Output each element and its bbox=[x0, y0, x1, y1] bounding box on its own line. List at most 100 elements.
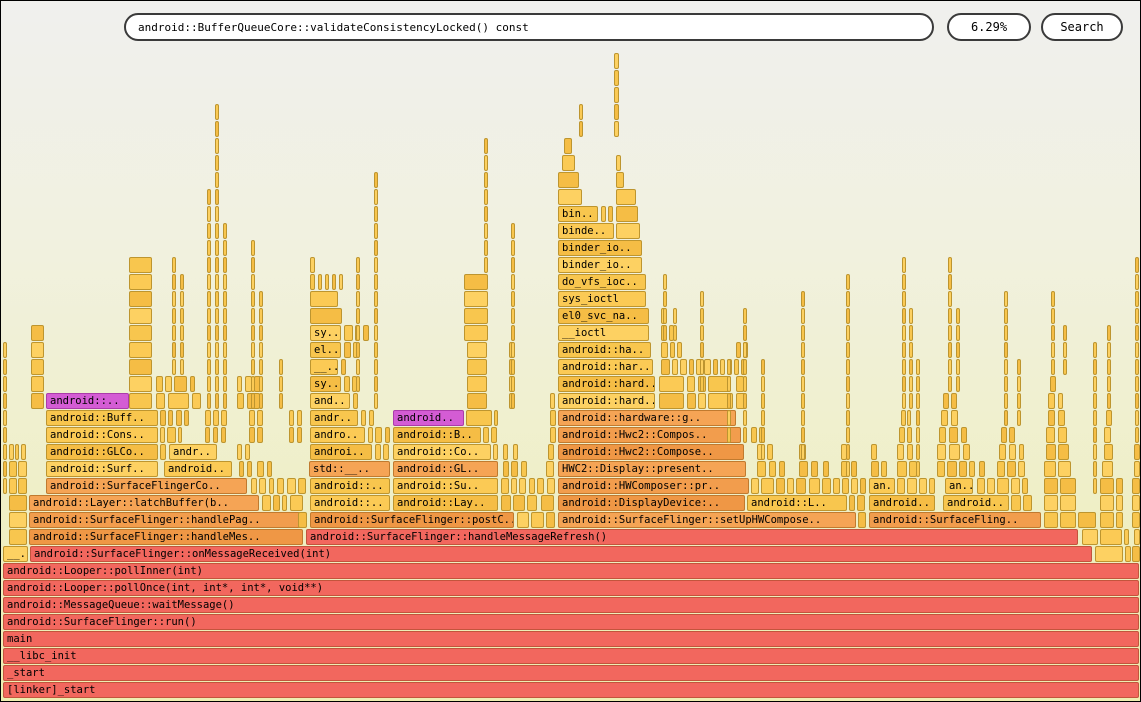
flame-frame[interactable] bbox=[616, 155, 621, 171]
flame-frame[interactable] bbox=[215, 274, 219, 290]
flame-frame[interactable] bbox=[546, 461, 554, 477]
flame-frame[interactable] bbox=[172, 342, 176, 358]
flame-frame[interactable] bbox=[374, 393, 378, 409]
flame-frame[interactable] bbox=[9, 461, 17, 477]
flame-frame[interactable] bbox=[251, 325, 255, 341]
flame-frame[interactable] bbox=[1022, 478, 1028, 494]
flame-frame[interactable] bbox=[1135, 257, 1139, 273]
flame-frame[interactable] bbox=[156, 376, 163, 392]
flame-frame[interactable] bbox=[129, 325, 152, 341]
flame-frame[interactable] bbox=[1135, 342, 1139, 358]
flame-frame[interactable] bbox=[801, 308, 805, 324]
flame-frame[interactable] bbox=[1004, 308, 1008, 324]
flame-frame[interactable] bbox=[761, 478, 774, 494]
flame-frame[interactable]: android::SurfaceFlinger::handlePag.. bbox=[29, 512, 303, 528]
flame-frame[interactable] bbox=[846, 410, 850, 426]
flame-frame[interactable] bbox=[251, 274, 255, 290]
flame-frame[interactable] bbox=[287, 478, 296, 494]
flame-frame[interactable] bbox=[909, 325, 913, 341]
flame-frame[interactable] bbox=[1058, 410, 1065, 426]
flame-frame[interactable] bbox=[1125, 546, 1131, 562]
flame-frame[interactable] bbox=[3, 461, 7, 477]
flame-frame[interactable] bbox=[761, 444, 765, 460]
flame-frame[interactable] bbox=[31, 393, 44, 409]
flame-frame[interactable] bbox=[160, 410, 166, 426]
flame-frame[interactable] bbox=[727, 410, 731, 426]
flame-frame[interactable]: android::Hwc2::Compos.. bbox=[558, 427, 741, 443]
flame-frame[interactable] bbox=[1058, 393, 1063, 409]
flame-frame[interactable]: android::SurfaceFlinger::postC.. bbox=[310, 512, 514, 528]
flame-frame[interactable] bbox=[257, 410, 263, 426]
flame-frame[interactable] bbox=[941, 410, 948, 426]
flame-frame[interactable] bbox=[269, 478, 274, 494]
flame-frame[interactable] bbox=[464, 325, 488, 341]
flame-frame[interactable] bbox=[464, 274, 488, 290]
flame-frame[interactable] bbox=[207, 376, 211, 392]
flame-frame[interactable] bbox=[659, 393, 684, 409]
flame-frame[interactable] bbox=[223, 257, 227, 273]
flame-frame[interactable] bbox=[558, 172, 579, 188]
flame-frame[interactable] bbox=[801, 444, 805, 460]
flame-frame[interactable] bbox=[172, 274, 176, 290]
flame-frame[interactable] bbox=[517, 512, 529, 528]
flame-frame[interactable] bbox=[902, 359, 906, 375]
flame-frame[interactable] bbox=[160, 444, 166, 460]
flame-frame[interactable] bbox=[846, 274, 850, 290]
flame-frame[interactable] bbox=[672, 359, 678, 375]
flame-frame[interactable]: android::hardware::g.. bbox=[558, 410, 736, 426]
flame-frame[interactable]: binde.. bbox=[558, 223, 614, 239]
flame-frame[interactable] bbox=[907, 410, 911, 426]
flame-frame[interactable] bbox=[9, 529, 27, 545]
flame-frame[interactable] bbox=[207, 359, 211, 375]
flame-frame[interactable] bbox=[698, 393, 706, 409]
flame-frame[interactable]: bin.. bbox=[558, 206, 598, 222]
flame-frame[interactable] bbox=[237, 444, 242, 460]
flame-frame[interactable] bbox=[511, 376, 515, 392]
flame-frame[interactable] bbox=[1004, 342, 1008, 358]
flame-frame[interactable] bbox=[251, 257, 255, 273]
flame-frame[interactable] bbox=[374, 325, 378, 341]
flame-frame[interactable] bbox=[484, 155, 488, 171]
flame-frame[interactable] bbox=[823, 461, 829, 477]
flame-frame[interactable] bbox=[743, 359, 747, 375]
flame-frame[interactable] bbox=[909, 308, 913, 324]
flame-frame[interactable] bbox=[237, 376, 242, 392]
flame-frame[interactable] bbox=[956, 376, 960, 392]
flame-frame[interactable] bbox=[700, 376, 704, 392]
flame-frame[interactable] bbox=[289, 410, 294, 426]
flame-frame[interactable] bbox=[501, 495, 511, 511]
flame-frame[interactable] bbox=[180, 325, 184, 341]
flame-frame[interactable] bbox=[801, 393, 805, 409]
flame-frame[interactable]: android::GLCo.. bbox=[46, 444, 158, 460]
flame-frame[interactable] bbox=[1134, 444, 1140, 460]
flame-frame[interactable] bbox=[207, 393, 211, 409]
flame-frame[interactable]: android::SurfaceFlingerCo.. bbox=[46, 478, 247, 494]
flame-frame[interactable] bbox=[751, 427, 757, 443]
flame-frame[interactable] bbox=[916, 444, 920, 460]
flame-frame[interactable] bbox=[871, 444, 877, 460]
flame-frame[interactable]: androi.. bbox=[310, 444, 372, 460]
flame-frame[interactable]: std::__.. bbox=[309, 461, 390, 477]
flame-frame[interactable] bbox=[223, 376, 227, 392]
flame-frame[interactable] bbox=[1135, 376, 1139, 392]
flame-frame[interactable] bbox=[727, 393, 731, 409]
flame-frame[interactable]: android::HWComposer::pr.. bbox=[558, 478, 749, 494]
flame-frame[interactable] bbox=[259, 478, 266, 494]
flame-frame[interactable] bbox=[223, 308, 227, 324]
flame-frame[interactable] bbox=[180, 274, 184, 290]
flame-frame[interactable] bbox=[948, 308, 952, 324]
flame-frame[interactable] bbox=[673, 308, 677, 324]
flame-frame[interactable] bbox=[902, 257, 906, 273]
flame-frame[interactable]: android.. bbox=[943, 495, 1009, 511]
flame-frame[interactable] bbox=[558, 189, 582, 205]
flame-frame[interactable] bbox=[221, 410, 227, 426]
flame-frame[interactable] bbox=[1135, 359, 1139, 375]
flame-frame[interactable] bbox=[1007, 461, 1016, 477]
flame-frame[interactable] bbox=[259, 325, 263, 341]
flame-frame[interactable] bbox=[356, 342, 360, 358]
flame-frame[interactable] bbox=[796, 478, 806, 494]
flame-frame[interactable] bbox=[207, 291, 211, 307]
flame-frame[interactable]: el0_svc_na.. bbox=[558, 308, 649, 324]
flame-frame[interactable]: android::Co.. bbox=[393, 444, 491, 460]
flame-frame[interactable] bbox=[513, 495, 525, 511]
